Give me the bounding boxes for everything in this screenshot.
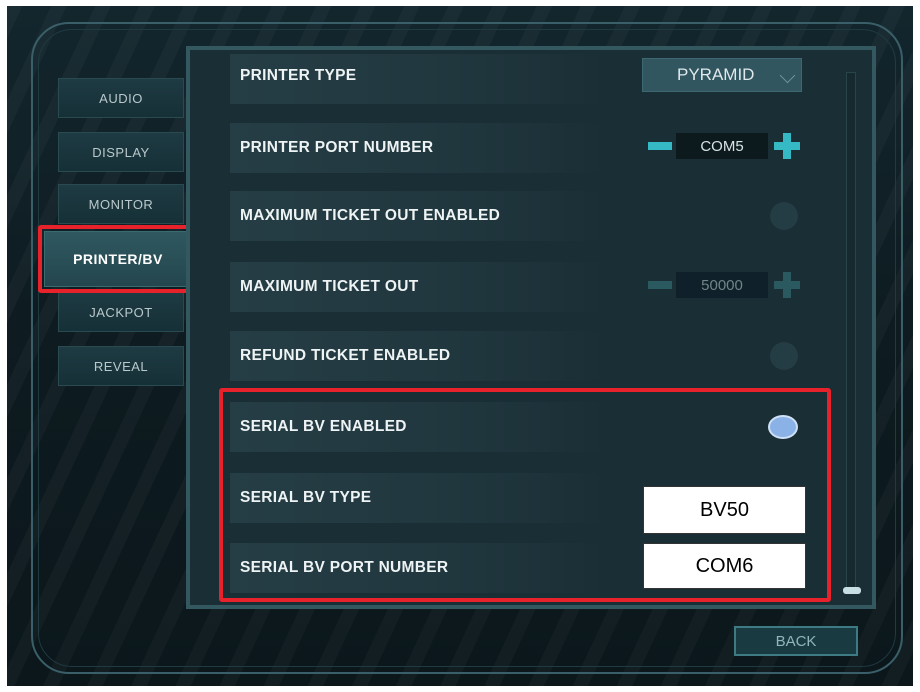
sidebar-item-monitor[interactable]: MONITOR <box>58 184 184 224</box>
setting-row-refund-ticket-enabled: REFUND TICKET ENABLED <box>230 331 810 381</box>
setting-row-max-ticket-out-enabled: MAXIMUM TICKET OUT ENABLED <box>230 191 810 241</box>
back-button-label: BACK <box>775 632 817 650</box>
scrollbar-track[interactable] <box>846 72 856 592</box>
setting-row-printer-type: PRINTER TYPE PYRAMID <box>230 54 810 104</box>
sidebar-item-label: DISPLAY <box>92 144 150 160</box>
setting-label: MAXIMUM TICKET OUT ENABLED <box>240 207 501 224</box>
sidebar-item-label: REVEAL <box>93 358 149 374</box>
max-ticket-out-stepper[interactable]: 50000 <box>648 272 800 302</box>
sidebar-item-display[interactable]: DISPLAY <box>58 132 184 172</box>
minus-icon[interactable] <box>648 281 672 289</box>
dropdown-value: PYRAMID <box>677 65 755 84</box>
back-button[interactable]: BACK <box>734 626 858 656</box>
stepper-value: 50000 <box>676 272 768 298</box>
setting-row-max-ticket-out: MAXIMUM TICKET OUT 50000 <box>230 262 810 312</box>
printer-type-dropdown[interactable]: PYRAMID <box>642 58 802 92</box>
stepper-value: COM5 <box>676 133 768 159</box>
sidebar-item-reveal[interactable]: REVEAL <box>58 346 184 386</box>
max-ticket-out-toggle[interactable] <box>770 202 798 230</box>
setting-label: PRINTER PORT NUMBER <box>240 139 434 156</box>
sidebar-item-label: AUDIO <box>99 90 143 106</box>
minus-icon[interactable] <box>648 142 672 150</box>
sidebar-item-label: JACKPOT <box>89 304 153 320</box>
setting-label: REFUND TICKET ENABLED <box>240 347 451 364</box>
sidebar-item-audio[interactable]: AUDIO <box>58 78 184 118</box>
setting-label: PRINTER TYPE <box>240 67 357 84</box>
refund-ticket-toggle[interactable] <box>770 342 798 370</box>
setting-label: MAXIMUM TICKET OUT <box>240 278 419 295</box>
printer-port-stepper[interactable]: COM5 <box>648 133 800 163</box>
chevron-down-icon <box>779 67 796 84</box>
plus-icon[interactable] <box>774 133 800 159</box>
setting-row-printer-port: PRINTER PORT NUMBER COM5 <box>230 123 810 173</box>
sidebar-item-label: MONITOR <box>88 196 154 212</box>
active-tab-highlight <box>38 225 193 293</box>
serial-bv-highlight <box>219 388 831 602</box>
scrollbar-thumb[interactable] <box>843 587 861 594</box>
plus-icon[interactable] <box>774 272 800 298</box>
sidebar-item-jackpot[interactable]: JACKPOT <box>58 292 184 332</box>
